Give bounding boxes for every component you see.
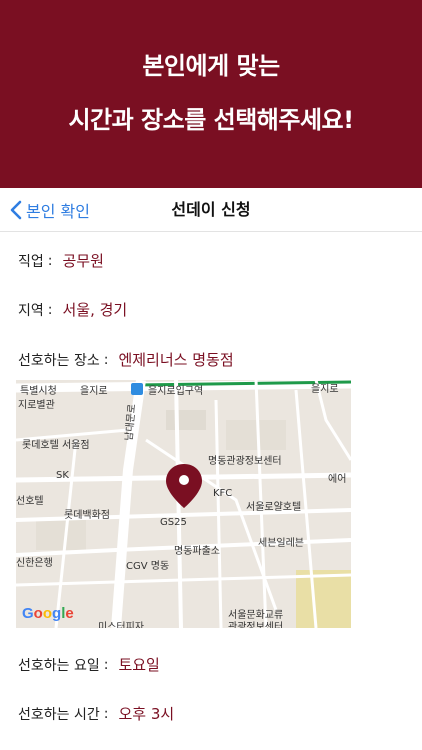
map-label: KFC [213, 488, 233, 499]
map-label: 특별시청 [20, 386, 57, 397]
field-place-label: 선호하는 장소 [18, 352, 100, 369]
map-label: 신한은행 [16, 558, 53, 569]
map-label: 선호텔 [16, 496, 44, 507]
field-place-value[interactable]: 엔제리너스 명동점 [118, 349, 233, 370]
chevron-left-icon [10, 200, 22, 220]
field-time: 선호하는 시간 : 오후 3시 [18, 703, 174, 724]
map-label: 지로별관 [18, 400, 55, 411]
field-job: 직업 : 공무원 [18, 250, 104, 271]
google-logo-letter: e [65, 605, 74, 622]
field-region: 지역 : 서울, 경기 [18, 299, 127, 320]
map-label: 서울로얄호텔 [246, 502, 302, 513]
field-time-value[interactable]: 오후 3시 [118, 703, 174, 724]
back-button-label: 본인 확인 [26, 202, 90, 221]
map-label: 관광정보센터 [228, 622, 284, 628]
field-job-label: 직업 [18, 253, 44, 270]
google-logo-letter: o [42, 605, 53, 622]
promo-banner: 본인에게 맞는 시간과 장소를 선택해주세요! [0, 0, 422, 188]
map-label: 을지로 [311, 384, 339, 395]
field-day-value[interactable]: 토요일 [118, 654, 159, 675]
map-label: 남대문로 [123, 403, 139, 442]
field-region-value[interactable]: 서울, 경기 [62, 299, 127, 320]
location-map[interactable]: 특별시청 을지로 을지로입구역 을지로 지로별관 롯데호텔 서울점 SK 남대문… [16, 380, 351, 628]
map-label: 에어 [328, 474, 347, 485]
google-logo-letter: o [33, 605, 43, 622]
field-separator: : [103, 705, 109, 722]
google-logo-letter: g [52, 605, 62, 622]
map-label: 을지로입구역 [148, 386, 204, 397]
map-label: 롯데호텔 서울점 [22, 440, 90, 451]
field-job-value[interactable]: 공무원 [62, 250, 103, 271]
field-separator: : [103, 351, 109, 368]
field-region-label: 지역 [18, 302, 44, 319]
map-label: 세븐일레븐 [258, 538, 304, 549]
field-separator: : [103, 656, 109, 673]
map-label: 명동파출소 [174, 546, 220, 557]
field-place: 선호하는 장소 : 엔제리너스 명동점 [18, 349, 234, 370]
field-time-label: 선호하는 시간 [18, 706, 100, 723]
promo-headline-2: 시간과 장소를 선택해주세요! [68, 106, 354, 134]
map-label: 롯데백화점 [64, 510, 110, 521]
google-logo: Google [22, 605, 74, 622]
field-day: 선호하는 요일 : 토요일 [18, 654, 160, 675]
map-label: 명동관광정보센터 [208, 456, 282, 467]
field-separator: : [47, 252, 53, 269]
map-label: SK [56, 470, 69, 481]
map-label: GS25 [160, 517, 187, 528]
promo-headline-1: 본인에게 맞는 [142, 52, 280, 80]
google-logo-letter: G [22, 605, 34, 622]
field-day-label: 선호하는 요일 [18, 657, 100, 674]
map-label: 미스터피자 [98, 622, 144, 628]
map-label: CGV 명동 [126, 561, 170, 572]
map-label: 을지로 [80, 386, 108, 397]
navigation-bar: 본인 확인 선데이 신청 [0, 188, 422, 232]
back-button[interactable]: 본인 확인 [10, 188, 90, 232]
field-separator: : [47, 301, 53, 318]
